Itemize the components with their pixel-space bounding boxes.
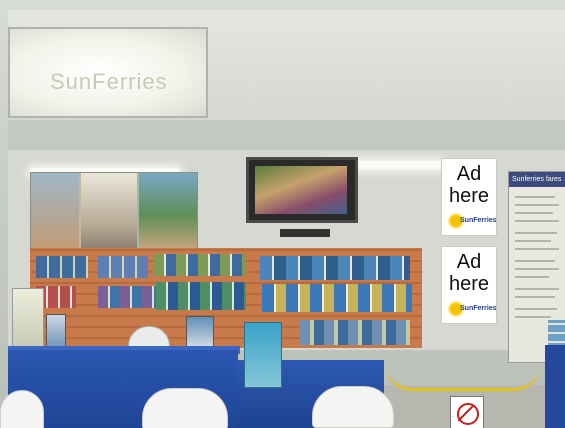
brochure-row: [98, 286, 158, 308]
brochure-row: [260, 256, 410, 280]
brochure-rack-lower: [300, 320, 410, 345]
brochure-row: [262, 284, 412, 312]
sunferries-logo: SunFerries: [450, 213, 497, 229]
logo-text: SunFerries: [460, 217, 497, 224]
ad-text: Ad here: [442, 163, 496, 207]
tv-screen: [255, 166, 347, 214]
no-entry-sign: [450, 396, 484, 428]
info-board-header: Sunferries fares: [509, 172, 565, 187]
brochure-row: [156, 282, 246, 310]
logo-text: SunFerries: [460, 305, 497, 312]
chair: [312, 386, 394, 428]
service-counter: [545, 345, 565, 428]
ad-line: here: [448, 185, 490, 207]
brochure-row: [154, 254, 246, 276]
travel-poster: [30, 172, 198, 250]
overhead-lightbox-sign: SunFerries: [8, 27, 208, 118]
brochure-row: [36, 256, 88, 278]
brochure-stand: [244, 322, 282, 388]
ad-panel: Ad here SunFerries: [441, 158, 497, 236]
ad-line: here: [448, 273, 490, 295]
chair: [142, 388, 228, 428]
ad-line: Ad: [456, 163, 482, 185]
wall-tv: [246, 157, 358, 223]
chair: [0, 390, 44, 428]
ad-panel: Ad here SunFerries: [441, 246, 497, 324]
overhead-sign-text: SunFerries: [50, 69, 168, 94]
ceiling-bulkhead: [8, 120, 565, 152]
photo-scene: SunFerries Ad here SunFerries Ad here Su…: [0, 0, 565, 428]
brochure-stand: [12, 288, 44, 350]
dvd-player: [280, 229, 330, 237]
ad-text: Ad here: [442, 251, 496, 295]
queue-rope: [384, 362, 542, 391]
ad-line: Ad: [456, 251, 482, 273]
sunferries-logo: SunFerries: [450, 301, 497, 317]
brochure-row: [98, 256, 148, 278]
prohibited-icon: [457, 403, 479, 425]
